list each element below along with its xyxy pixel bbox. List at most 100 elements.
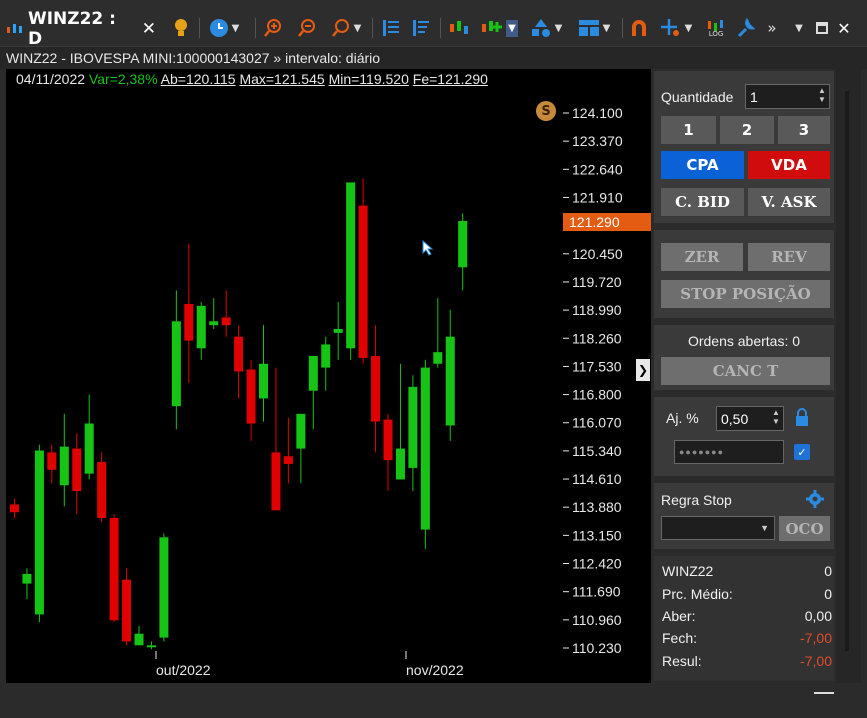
candle-body xyxy=(84,423,94,474)
more-icon[interactable]: » xyxy=(765,16,779,40)
candlestick-chart[interactable]: 124.100 123.370 122.640 121.910 120.450 119.7… xyxy=(6,69,651,683)
candle-body xyxy=(371,356,381,422)
position-symbol-row: WINZ22 0 xyxy=(662,563,832,579)
open-orders-section: Ordens abertas: 0 CANC T xyxy=(654,325,834,390)
minimize-panel-icon[interactable] xyxy=(814,692,834,694)
order-panel: Quantidade 1 ▲ ▼ 1 2 3 CPA VDA C. BID V. … xyxy=(652,69,836,683)
y-tick-label: 118.990 xyxy=(572,302,622,318)
ohlc-max: Max=121.545 xyxy=(239,71,325,87)
result-value: -7,00 xyxy=(800,653,832,669)
shapes-icon[interactable]: ▼ xyxy=(526,16,566,40)
candle xyxy=(122,568,132,646)
chart-canvas[interactable]: 124.100 123.370 122.640 121.910 120.450 119.7… xyxy=(6,69,651,683)
close-window-icon[interactable]: ✕ xyxy=(836,16,852,40)
indicators-icon[interactable] xyxy=(380,16,402,40)
candle xyxy=(333,302,343,360)
candle-body xyxy=(271,452,281,511)
candle-body xyxy=(358,205,368,358)
chevron-down-icon[interactable]: ▼ xyxy=(506,19,518,37)
oco-button[interactable]: OCO xyxy=(779,516,830,541)
tab-winz22[interactable]: WINZ22 : D ✕ xyxy=(6,9,156,49)
toolbar-divider xyxy=(255,18,256,38)
candle xyxy=(259,325,268,422)
spin-arrows-icon[interactable]: ▲ ▼ xyxy=(771,408,781,426)
ohlc-close: Fe=121.290 xyxy=(412,71,488,87)
ohlc-variation: Var=2,38% xyxy=(88,71,158,87)
zero-position-button[interactable]: ZER xyxy=(661,243,743,271)
crosshair-icon[interactable]: ▼ xyxy=(656,16,696,40)
panel-scrollbar[interactable] xyxy=(836,69,861,683)
stop-position-button[interactable]: STOP POSIÇÃO xyxy=(661,280,830,308)
candle xyxy=(383,413,393,492)
candle xyxy=(10,498,19,519)
chevron-down-icon[interactable]: ▼ xyxy=(603,23,611,34)
chevron-down-icon[interactable]: ▼ xyxy=(792,16,806,40)
lock-icon[interactable] xyxy=(794,407,810,427)
gear-icon[interactable] xyxy=(805,489,825,509)
zoom-out-icon[interactable] xyxy=(296,16,318,40)
qty-3-button[interactable]: 3 xyxy=(778,116,830,144)
qty-1-button[interactable]: 1 xyxy=(661,116,716,144)
candle-body xyxy=(408,386,418,468)
chevron-down-icon[interactable]: ▼ xyxy=(354,23,362,34)
close-tab-icon[interactable]: ✕ xyxy=(142,19,156,39)
quantity-stepper[interactable]: 1 ▲ ▼ xyxy=(745,84,830,109)
tab-title: WINZ22 : D xyxy=(27,9,116,49)
candle xyxy=(109,514,119,623)
buy-bid-button[interactable]: C. BID xyxy=(661,188,744,216)
y-tick-label: 123.370 xyxy=(572,133,623,149)
adjust-percent-input[interactable]: 0,50 ▲ ▼ xyxy=(716,406,784,431)
layout-icon[interactable]: ▼ xyxy=(572,16,616,40)
y-tick-label: 116.070 xyxy=(572,415,622,431)
buy-button[interactable]: CPA xyxy=(661,151,744,179)
sell-ask-button[interactable]: V. ASK xyxy=(748,188,830,216)
zoom-in-icon[interactable] xyxy=(262,16,284,40)
candles-icon xyxy=(6,24,22,33)
log-label: LOG xyxy=(708,29,724,38)
adjust-label: Aj. % xyxy=(666,410,699,426)
collapse-panel-button[interactable]: ❯ xyxy=(636,359,650,381)
closed-pnl-row: Fech: -7,00 xyxy=(662,630,832,646)
y-tick-label: 114.610 xyxy=(572,471,622,487)
spin-arrows-icon[interactable]: ▲ ▼ xyxy=(817,86,827,104)
qty-2-button[interactable]: 2 xyxy=(720,116,774,144)
sell-button[interactable]: VDA xyxy=(748,151,830,179)
quantidade-label: Quantidade xyxy=(661,89,734,105)
maximize-icon[interactable] xyxy=(814,16,830,40)
confirm-checkbox[interactable]: ✓ xyxy=(794,444,810,460)
closed-pnl-label: Fech: xyxy=(662,630,698,646)
y-tick-label: 113.880 xyxy=(572,499,622,515)
zoom-icon[interactable]: ▼ xyxy=(328,16,364,40)
password-field[interactable]: ●●●●●●● xyxy=(674,440,784,464)
open-pnl-label: Aber: xyxy=(662,608,696,624)
candle xyxy=(283,417,293,484)
avg-price-label: Prc. Médio: xyxy=(662,586,733,602)
stop-rule-select[interactable]: ▼ xyxy=(661,516,775,540)
bulb-icon[interactable] xyxy=(170,16,192,40)
scrollbar-thumb[interactable] xyxy=(845,91,849,651)
trade-icon[interactable] xyxy=(447,16,471,40)
log-scale-icon[interactable]: LOG xyxy=(704,16,728,40)
magnet-icon[interactable] xyxy=(628,16,650,40)
chevron-down-icon[interactable]: ▼ xyxy=(685,23,693,34)
stop-rule-label: Regra Stop xyxy=(661,492,732,508)
clock-icon[interactable]: ▼ xyxy=(206,16,242,40)
candle xyxy=(234,325,244,399)
strategy-badge-icon[interactable]: S xyxy=(536,101,556,121)
wrench-icon[interactable] xyxy=(734,16,756,40)
candle-body xyxy=(159,537,169,638)
adjust-percent-value: 0,50 xyxy=(721,410,749,427)
candle xyxy=(445,309,455,441)
chevron-down-icon[interactable]: ▼ xyxy=(555,23,563,34)
ohlc-open: Ab=120.115 xyxy=(160,71,236,87)
candle xyxy=(308,356,318,430)
chevron-down-icon[interactable]: ▼ xyxy=(232,23,240,34)
avg-price-value: 0 xyxy=(824,586,832,602)
reverse-position-button[interactable]: REV xyxy=(748,243,830,271)
candle-body xyxy=(134,633,144,646)
cancel-all-button[interactable]: CANC T xyxy=(661,357,830,385)
candle-body xyxy=(34,450,44,615)
toolbar: WINZ22 : D ✕ ▼ ▼ ▼ ▼ ▼ ▼ LOG » ▼ ✕ xyxy=(0,0,867,49)
add-order-icon[interactable]: ▼ xyxy=(478,16,520,40)
studies-icon[interactable] xyxy=(410,16,432,40)
